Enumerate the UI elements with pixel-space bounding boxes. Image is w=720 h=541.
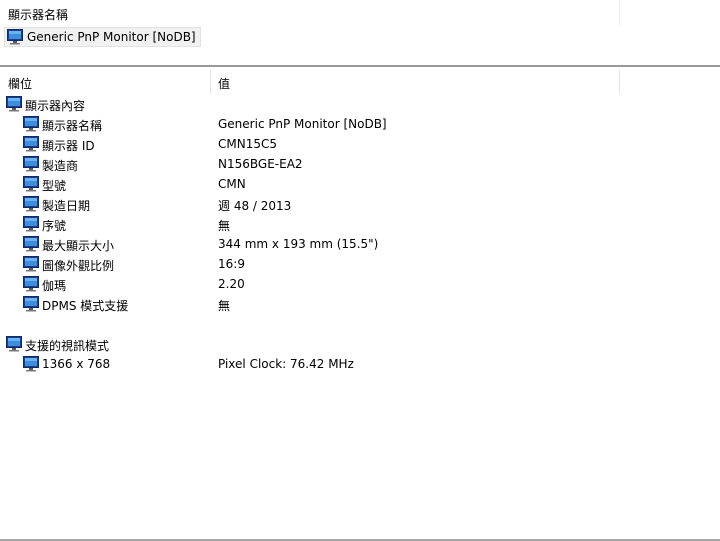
- monitor-icon: [7, 29, 23, 45]
- property-value: 無: [218, 299, 231, 313]
- monitor-icon: [23, 156, 39, 172]
- property-value: CMN: [218, 177, 246, 191]
- property-row[interactable]: 最大顯示大小 344 mm x 193 mm (15.5"): [0, 234, 720, 254]
- property-value: 344 mm x 193 mm (15.5"): [218, 237, 379, 251]
- property-row[interactable]: 製造日期 週 48 / 2013: [0, 194, 720, 214]
- section-title: 支援的視訊模式: [25, 339, 110, 353]
- column-divider[interactable]: [210, 70, 211, 94]
- device-label: Generic PnP Monitor [NoDB]: [27, 30, 196, 44]
- property-field: 型號: [42, 179, 67, 193]
- property-field: 製造商: [42, 159, 79, 173]
- property-row[interactable]: 顯示器 ID CMN15C5: [0, 134, 720, 154]
- section-header[interactable]: 支援的視訊模式: [0, 334, 720, 354]
- monitor-icon: [23, 236, 39, 252]
- panel-title: 顯示器名稱: [8, 8, 69, 22]
- display-name-panel: 顯示器名稱 Generic PnP Monitor [NoDB]: [0, 0, 720, 67]
- property-value: 2.20: [218, 277, 245, 291]
- table-header: 欄位 值: [0, 70, 720, 94]
- monitor-icon: [23, 196, 39, 212]
- property-value: 週 48 / 2013: [218, 199, 292, 213]
- section-title: 顯示器內容: [25, 99, 86, 113]
- column-divider[interactable]: [619, 70, 620, 94]
- device-list-item[interactable]: Generic PnP Monitor [NoDB]: [4, 27, 201, 47]
- monitor-icon: [23, 276, 39, 292]
- column-header-value[interactable]: 值: [218, 75, 230, 92]
- property-field: DPMS 模式支援: [42, 299, 129, 313]
- monitor-icon: [23, 216, 39, 232]
- monitor-icon: [23, 356, 39, 372]
- property-row[interactable]: 顯示器名稱 Generic PnP Monitor [NoDB]: [0, 114, 720, 134]
- monitor-icon: [23, 256, 39, 272]
- monitor-icon: [23, 296, 39, 312]
- property-value: 無: [218, 219, 231, 233]
- property-row[interactable]: 序號 無: [0, 214, 720, 234]
- property-row[interactable]: 圖像外觀比例 16:9: [0, 254, 720, 274]
- section-header[interactable]: 顯示器內容: [0, 94, 720, 114]
- monitor-icon: [6, 96, 22, 112]
- property-tree: 顯示器內容 顯示器名稱 Generic PnP Monitor [NoDB] 顯…: [0, 94, 720, 374]
- property-value: Generic PnP Monitor [NoDB]: [218, 117, 387, 131]
- property-value: CMN15C5: [218, 137, 277, 151]
- property-field: 圖像外觀比例: [42, 259, 115, 273]
- monitor-icon: [23, 176, 39, 192]
- property-value: Pixel Clock: 76.42 MHz: [218, 357, 354, 371]
- property-field: 伽瑪: [42, 279, 67, 293]
- property-field: 序號: [42, 219, 67, 233]
- monitor-icon: [23, 116, 39, 132]
- property-field: 顯示器名稱: [42, 119, 103, 133]
- column-divider: [619, 0, 620, 26]
- column-header-field[interactable]: 欄位: [8, 75, 32, 92]
- monitor-icon: [23, 136, 39, 152]
- property-row[interactable]: 製造商 N156BGE-EA2: [0, 154, 720, 174]
- property-field: 製造日期: [42, 199, 91, 213]
- monitor-icon: [6, 336, 22, 352]
- property-field: 1366 x 768: [42, 357, 111, 371]
- property-field: 顯示器 ID: [42, 139, 95, 153]
- property-row[interactable]: 型號 CMN: [0, 174, 720, 194]
- property-field: 最大顯示大小: [42, 239, 115, 253]
- property-row[interactable]: 伽瑪 2.20: [0, 274, 720, 294]
- property-value: 16:9: [218, 257, 245, 271]
- property-value: N156BGE-EA2: [218, 157, 303, 171]
- property-row[interactable]: DPMS 模式支援 無: [0, 294, 720, 314]
- property-row[interactable]: 1366 x 768 Pixel Clock: 76.42 MHz: [0, 354, 720, 374]
